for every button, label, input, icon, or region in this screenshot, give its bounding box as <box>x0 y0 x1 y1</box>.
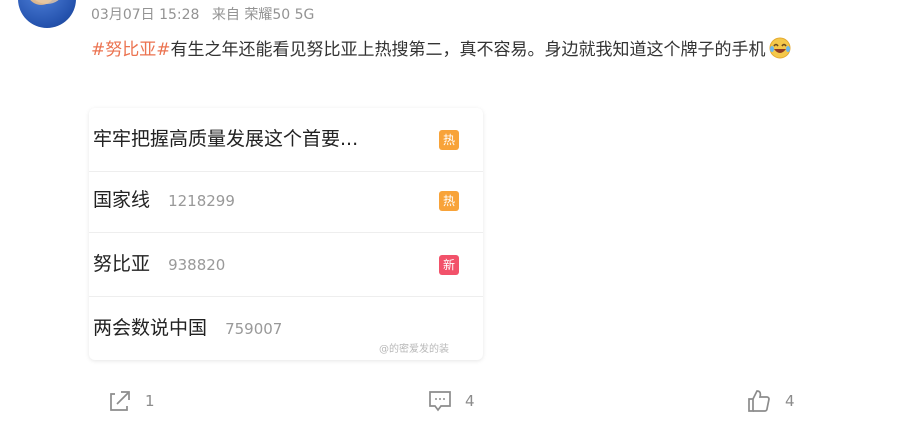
hot-search-row-1[interactable]: 牢牢把握高质量发展这个首要... 热 <box>89 108 483 172</box>
new-badge: 新 <box>439 255 459 275</box>
hot-badge: 热 <box>439 130 459 150</box>
share-icon <box>110 391 130 411</box>
post-datetime: 03月07日 15:28 <box>91 7 200 23</box>
post-actions: 1 4 4 <box>0 388 922 418</box>
comment-button[interactable]: 4 <box>427 388 475 414</box>
repost-count: 1 <box>145 392 155 410</box>
hot-search-card[interactable]: 牢牢把握高质量发展这个首要... 热 国家线 1218299 热 努比亚 938… <box>89 108 483 360</box>
hot-search-title-text: 两会数说中国 <box>93 317 208 339</box>
hot-search-row-2[interactable]: 国家线 1218299 热 <box>89 169 483 233</box>
repost-button[interactable]: 1 <box>107 388 155 414</box>
post-text: 有生之年还能看见努比亚上热搜第二，真不容易。身边就我知道这个牌子的手机 <box>170 40 766 60</box>
hot-search-count: 1218299 <box>168 192 235 210</box>
post-body: #努比亚#有生之年还能看见努比亚上热搜第二，真不容易。身边就我知道这个牌子的手机 <box>91 32 906 68</box>
watermark: @的密爱发的装 <box>379 344 449 355</box>
hot-search-title-text: 牢牢把握高质量发展这个首要... <box>93 128 359 150</box>
topic-link[interactable]: #努比亚# <box>91 40 171 60</box>
comment-count: 4 <box>465 392 475 410</box>
hot-search-title: 努比亚 938820 <box>93 249 225 276</box>
avatar[interactable] <box>18 0 76 28</box>
hot-search-count: 938820 <box>168 256 226 274</box>
like-button[interactable]: 4 <box>745 388 795 414</box>
hot-search-title: 两会数说中国 759007 <box>93 313 282 340</box>
post-meta: 03月07日 15:28 来自 荣耀50 5G <box>91 4 322 24</box>
laugh-cry-emoji-icon <box>768 36 792 59</box>
like-count: 4 <box>785 392 795 410</box>
hot-search-title-text: 国家线 <box>93 189 151 211</box>
hot-search-count: 759007 <box>225 320 283 338</box>
hot-search-title: 国家线 1218299 <box>93 185 235 212</box>
hot-badge: 热 <box>439 191 459 211</box>
thumbs-up-icon <box>748 390 770 412</box>
post-source: 来自 荣耀50 5G <box>211 7 315 23</box>
hot-search-title-text: 努比亚 <box>93 253 151 275</box>
hot-search-title: 牢牢把握高质量发展这个首要... <box>93 124 370 151</box>
hot-search-row-3[interactable]: 努比亚 938820 新 <box>89 233 483 297</box>
comment-icon <box>429 391 451 412</box>
